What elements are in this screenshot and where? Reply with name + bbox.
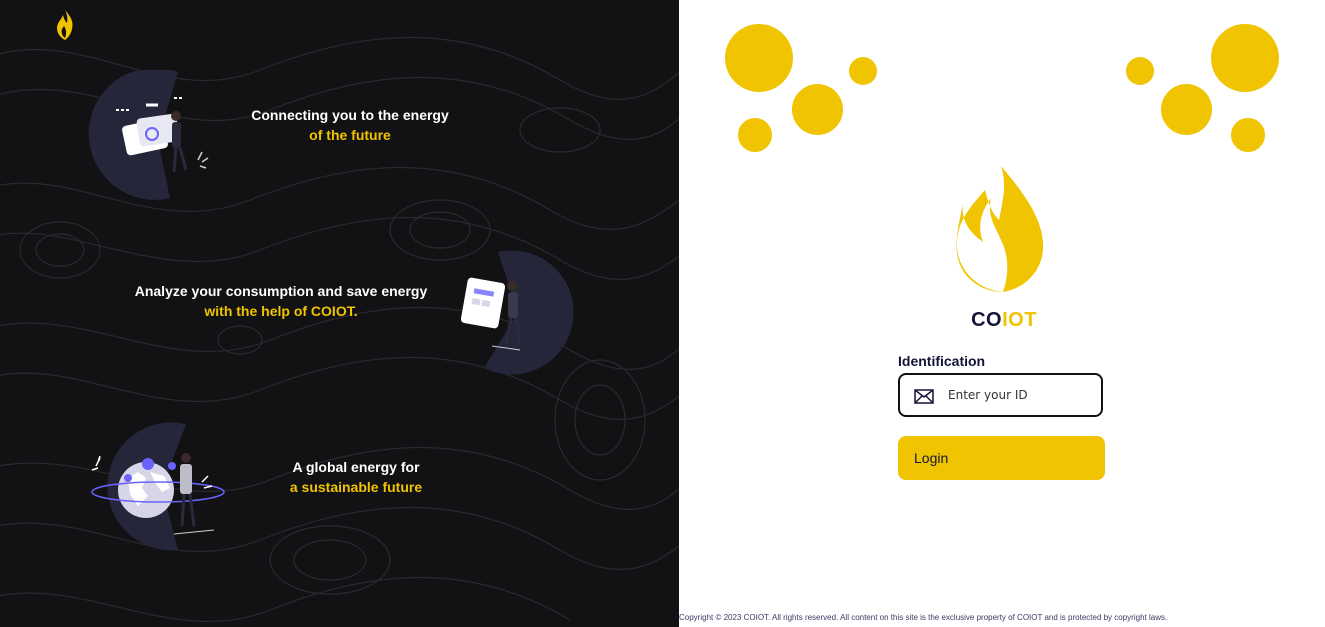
id-input[interactable] <box>948 383 1093 407</box>
decorative-dot <box>725 24 793 92</box>
feature-1-line2: of the future <box>309 127 391 143</box>
globe-illustration <box>91 422 225 551</box>
document-analysis-illustration <box>460 250 574 375</box>
copyright-footer: Copyright © 2023 COIOT. All rights reser… <box>679 613 1168 622</box>
feature-1-line1: Connecting you to the energy <box>251 107 449 123</box>
decorative-dot <box>1231 118 1265 152</box>
coiot-logo-icon <box>956 166 1044 292</box>
feature-2-text: Analyze your consumption and save energy… <box>120 281 442 321</box>
feature-2-line2: with the help of COIOT. <box>204 303 358 319</box>
decorative-dot <box>738 118 772 152</box>
id-field-container[interactable] <box>898 373 1103 417</box>
feature-3-text: A global energy for a sustainable future <box>256 457 456 497</box>
decorative-dot <box>1211 24 1279 92</box>
decorative-dot <box>792 84 843 135</box>
login-panel: COIOT Identification Login Copyright © 2… <box>679 0 1325 627</box>
feature-2-line1: Analyze your consumption and save energy <box>134 283 428 299</box>
feature-3-line1: A global energy for <box>292 459 420 475</box>
logo-text-co: CO <box>971 309 1003 331</box>
decorative-dot <box>849 57 877 85</box>
decorative-dot <box>1126 57 1154 85</box>
card-payment-illustration <box>88 70 209 200</box>
decorative-dot <box>1161 84 1212 135</box>
feature-3-line2: a sustainable future <box>289 479 423 495</box>
coiot-logo-text: COIOT <box>949 309 1059 332</box>
login-button[interactable]: Login <box>898 436 1105 480</box>
envelope-icon <box>914 389 934 404</box>
flame-icon <box>57 10 73 40</box>
promo-panel: Connecting you to the energy of the futu… <box>0 0 679 627</box>
identification-label: Identification <box>898 353 986 369</box>
feature-1-text: Connecting you to the energy of the futu… <box>230 105 470 145</box>
logo-text-iot: IOT <box>1002 309 1037 331</box>
